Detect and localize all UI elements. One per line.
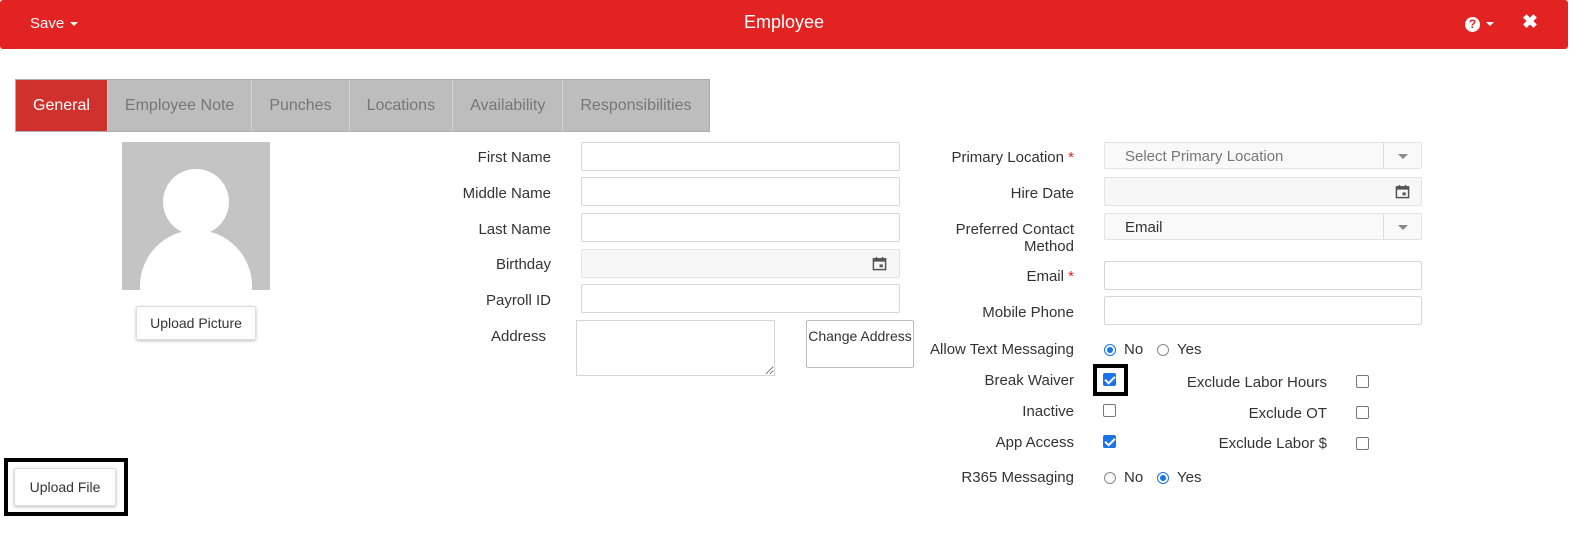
first-name-input[interactable] (581, 142, 900, 171)
birthday-label: Birthday (495, 256, 551, 273)
app-access-checkbox[interactable] (1103, 435, 1116, 448)
allow-text-no-radio[interactable] (1104, 344, 1116, 356)
allow-text-yes-label: Yes (1177, 341, 1202, 358)
tab-general[interactable]: General (16, 80, 108, 131)
upload-picture-button[interactable]: Upload Picture (136, 306, 256, 340)
exclude-ot-label: Exclude OT (1248, 405, 1327, 422)
top-bar: Save Employee ? ✖ (0, 0, 1568, 49)
email-input[interactable] (1104, 261, 1422, 290)
page-title: Employee (743, 12, 825, 32)
middle-name-label: Middle Name (462, 185, 551, 202)
inactive-checkbox[interactable] (1103, 404, 1116, 417)
primary-location-label-text: Primary Location (951, 149, 1064, 166)
r365-messaging-label: R365 Messaging (961, 469, 1074, 486)
chevron-down-icon[interactable] (1383, 214, 1421, 239)
email-label-text: Email (1026, 268, 1064, 285)
break-waiver-checkbox[interactable] (1103, 373, 1116, 386)
help-button[interactable]: ? (1465, 15, 1494, 32)
avatar-head (163, 169, 229, 235)
avatar-body (140, 230, 252, 290)
calendar-icon[interactable] (872, 256, 887, 271)
primary-location-select[interactable]: Select Primary Location (1104, 142, 1422, 169)
change-address-button[interactable]: Change Address (806, 320, 914, 368)
app-access-label: App Access (995, 434, 1074, 451)
chevron-down-icon[interactable] (1383, 143, 1421, 168)
mobile-phone-input[interactable] (1104, 296, 1422, 325)
allow-text-yes-radio[interactable] (1157, 344, 1169, 356)
exclude-labor-hours-checkbox[interactable] (1356, 375, 1369, 388)
payroll-id-label: Payroll ID (485, 292, 551, 309)
exclude-labor-dollars-label: Exclude Labor $ (1218, 435, 1327, 452)
inactive-label: Inactive (1022, 403, 1074, 420)
tab-bar: General Employee Note Punches Locations … (15, 79, 710, 132)
address-textarea[interactable] (576, 320, 775, 376)
r365-no-label: No (1124, 469, 1144, 486)
payroll-id-input[interactable] (581, 284, 900, 313)
exclude-ot-checkbox[interactable] (1356, 406, 1369, 419)
tab-employee-note[interactable]: Employee Note (108, 80, 253, 131)
hire-date-input[interactable] (1104, 177, 1422, 206)
tab-locations[interactable]: Locations (350, 80, 454, 131)
question-circle-icon: ? (1465, 16, 1480, 32)
exclude-labor-dollars-checkbox[interactable] (1356, 437, 1369, 450)
r365-no-radio[interactable] (1104, 472, 1116, 484)
preferred-contact-label: Preferred Contact Method (955, 221, 1074, 255)
hire-date-label: Hire Date (1010, 185, 1074, 202)
exclude-labor-hours-label: Exclude Labor Hours (1186, 374, 1327, 391)
last-name-label: Last Name (478, 221, 551, 238)
caret-down-icon (1486, 22, 1494, 27)
allow-text-label: Allow Text Messaging (930, 341, 1074, 358)
birthday-input[interactable] (581, 249, 900, 278)
mobile-phone-label: Mobile Phone (982, 304, 1074, 321)
primary-location-placeholder: Select Primary Location (1125, 148, 1284, 165)
tab-availability[interactable]: Availability (453, 80, 564, 131)
middle-name-input[interactable] (581, 177, 900, 206)
email-label: Email * (900, 268, 1074, 285)
required-marker: * (1068, 268, 1074, 285)
address-label: Address (490, 328, 546, 345)
required-marker: * (1068, 149, 1074, 166)
tab-responsibilities[interactable]: Responsibilities (563, 80, 708, 131)
last-name-input[interactable] (581, 213, 900, 242)
calendar-icon[interactable] (1395, 184, 1410, 199)
r365-yes-radio[interactable] (1157, 472, 1169, 484)
break-waiver-label: Break Waiver (984, 372, 1074, 389)
close-icon[interactable]: ✖ (1522, 11, 1538, 34)
preferred-contact-value: Email (1125, 219, 1163, 236)
tab-punches[interactable]: Punches (252, 80, 350, 131)
avatar-placeholder (122, 142, 270, 290)
primary-location-label: Primary Location * (900, 149, 1074, 166)
preferred-contact-select[interactable]: Email (1104, 213, 1422, 240)
first-name-label: First Name (477, 149, 551, 166)
allow-text-no-label: No (1124, 341, 1144, 358)
upload-file-button[interactable]: Upload File (14, 468, 116, 506)
r365-yes-label: Yes (1177, 469, 1202, 486)
